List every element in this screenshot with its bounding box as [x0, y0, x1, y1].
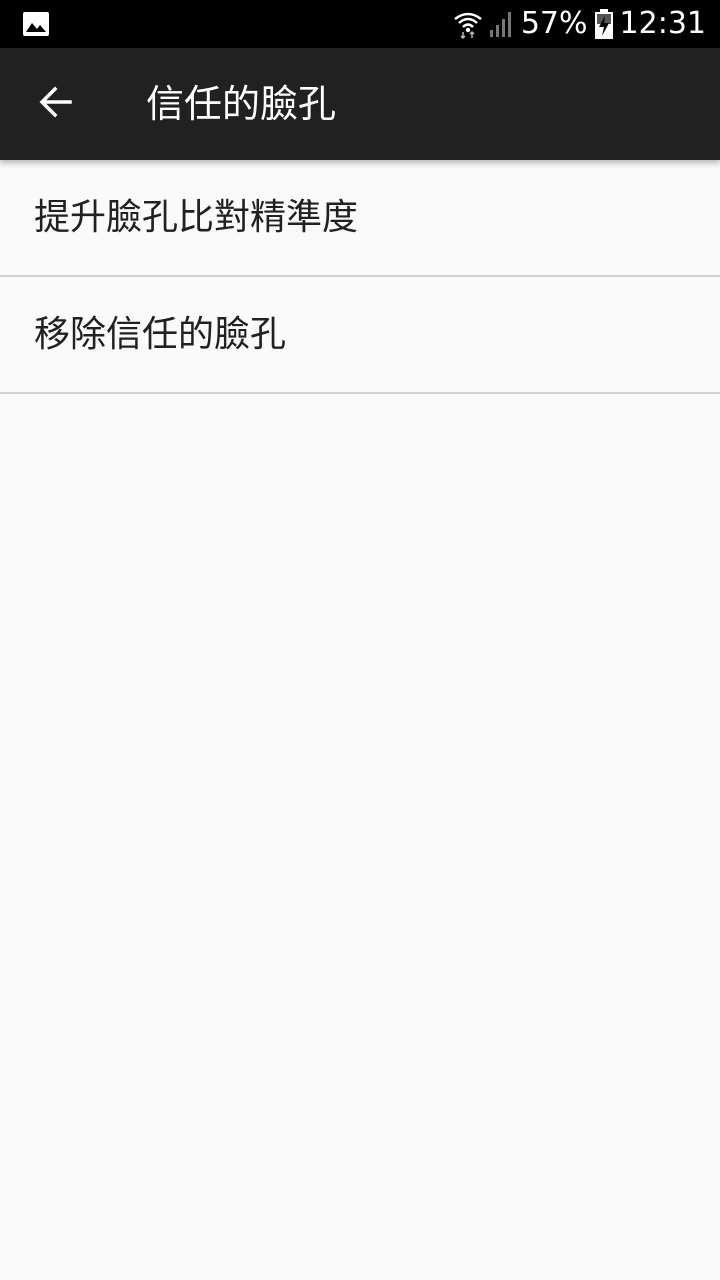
battery-percent: 57% — [520, 6, 588, 41]
arrow-back-icon — [38, 84, 74, 124]
app-bar: 信任的臉孔 — [0, 48, 720, 160]
back-button[interactable] — [24, 72, 88, 136]
wifi-icon — [453, 9, 483, 39]
cellular-signal-icon — [489, 10, 515, 38]
menu-item-improve-face-matching[interactable]: 提升臉孔比對精準度 — [0, 160, 720, 277]
menu-item-remove-trusted-face[interactable]: 移除信任的臉孔 — [0, 277, 720, 394]
battery-charging-icon — [594, 8, 614, 40]
menu-item-label: 提升臉孔比對精準度 — [34, 197, 359, 238]
status-icons: 57% 12:31 — [453, 0, 706, 48]
status-bar: 57% 12:31 — [0, 0, 720, 48]
image-icon — [22, 11, 50, 37]
menu-list: 提升臉孔比對精準度 移除信任的臉孔 — [0, 160, 720, 394]
menu-item-label: 移除信任的臉孔 — [34, 314, 287, 355]
clock: 12:31 — [619, 6, 706, 41]
page-title: 信任的臉孔 — [146, 82, 337, 126]
